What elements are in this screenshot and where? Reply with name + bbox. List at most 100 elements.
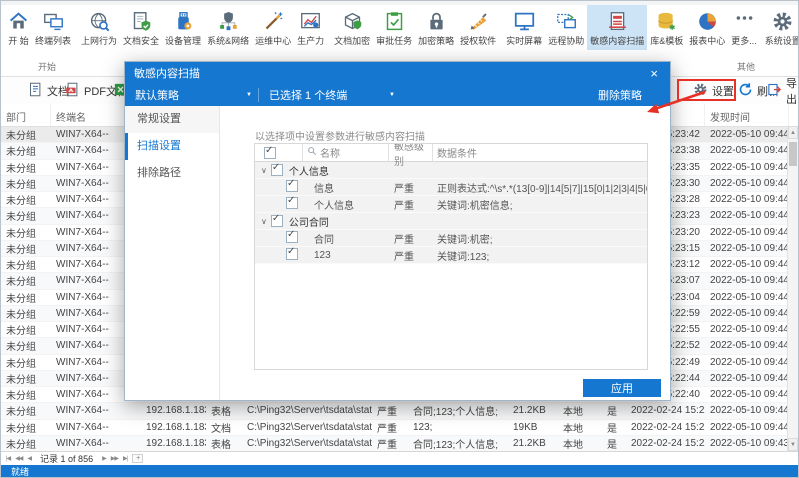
export-button[interactable]: 导出 — [767, 77, 798, 104]
dialog-sidebar-item-3[interactable]: 排除路径 — [125, 160, 219, 187]
ribbon-item-report-center[interactable]: 报表中心 — [686, 5, 728, 50]
cell-dept: 未分组 — [1, 290, 51, 305]
cell-dept: 未分组 — [1, 436, 51, 451]
ribbon-item-encrypt-policy[interactable]: 加密策略 — [415, 5, 457, 50]
scroll-up-arrow[interactable]: ▲ — [788, 126, 798, 139]
name-column-header[interactable]: 名称 — [303, 144, 389, 161]
nav-next-button[interactable]: ▶ — [102, 455, 106, 462]
cell-path: C:\Ping32\Server\tsdata\static\backu... — [242, 405, 372, 416]
ribbon-item-label: 文档安全 — [123, 34, 159, 47]
condition-column-header[interactable]: 数据条件 — [433, 144, 647, 161]
ribbon-item-remote-assist[interactable]: 远程协助 — [545, 5, 587, 50]
ribbon-item-web-activity[interactable]: 上网行为 — [78, 5, 120, 50]
ribbon-item-doc-encrypt[interactable]: 文档加密 — [331, 5, 373, 50]
cell-ftime: 2022-05-10 09:44:00 — [705, 405, 789, 416]
nav-next-page-button[interactable]: ▶▶ — [111, 455, 118, 462]
scroll-down-arrow[interactable]: ▼ — [788, 438, 798, 451]
licensed-software-icon — [468, 11, 489, 32]
rule-level: 严重 — [389, 248, 433, 263]
scan-rule-group-row[interactable]: ∨ 公司合同 — [255, 213, 647, 230]
ribbon-item-approval-tasks[interactable]: 审批任务 — [373, 5, 415, 50]
chevron-down-icon[interactable]: ∨ — [261, 166, 267, 175]
table-row[interactable]: 未分组WIN7-X64--192.168.1.183文档C:\Ping32\Se… — [1, 420, 798, 436]
column-header-ftime[interactable]: 发现时间 — [705, 104, 789, 126]
search-icon — [307, 146, 317, 159]
ribbon-item-system-network[interactable]: 系统&网络 — [204, 5, 252, 50]
ribbon-item-home[interactable]: 开 始 — [5, 5, 32, 50]
refresh-icon — [738, 82, 753, 100]
close-icon[interactable]: × — [647, 66, 661, 81]
ribbon-item-label: 敏感内容扫描 — [590, 34, 644, 47]
ribbon-item-doc-security[interactable]: 文档安全 — [120, 5, 162, 50]
table-row[interactable]: 未分组WIN7-X64--192.168.1.183表格C:\Ping32\Se… — [1, 403, 798, 419]
cell-dept: 未分组 — [1, 403, 51, 418]
cell-content: 合同;123;个人信息; — [408, 436, 508, 451]
encrypt-policy-icon — [426, 11, 447, 32]
scan-rule-row[interactable]: 个人信息严重关键词:机密信息; — [255, 196, 647, 213]
rule-group-name: 公司合同 — [289, 214, 329, 229]
more-icon — [734, 11, 755, 32]
cell-dept: 未分组 — [1, 192, 51, 207]
apply-button[interactable]: 应用 — [583, 379, 661, 397]
nav-first-button[interactable]: |◀ — [6, 455, 10, 462]
scan-rule-group-row[interactable]: ∨ 个人信息 — [255, 162, 647, 179]
checkbox-checked[interactable] — [286, 197, 298, 209]
level-column-header[interactable]: 敏感级别 — [389, 144, 433, 161]
ribbon-item-sensitive-scan[interactable]: 敏感内容扫描 — [587, 5, 647, 50]
ribbon-item-library-template[interactable]: 库&模板 — [647, 5, 686, 50]
dialog-sidebar-item-1[interactable]: 常规设置 — [125, 106, 219, 133]
ribbon-item-label: 上网行为 — [81, 34, 117, 47]
cell-ftime: 2022-05-10 09:44:01 — [705, 340, 789, 351]
ribbon-item-label: 授权软件 — [460, 34, 496, 47]
policy-dropdown[interactable]: 默认策略 ▼ — [125, 84, 258, 106]
select-all-checkbox[interactable] — [264, 147, 276, 159]
nav-extra-button[interactable]: + — [132, 454, 143, 463]
checkbox-checked[interactable] — [286, 231, 298, 243]
cell-dtime: 2022-02-24 15:22:36 — [626, 405, 705, 416]
dialog-sidebar-item-2[interactable]: 扫描设置 — [125, 133, 219, 160]
cell-ftime: 2022-05-10 09:44:01 — [705, 373, 789, 384]
chevron-down-icon[interactable]: ∨ — [261, 217, 267, 226]
ribbon-item-licensed-software[interactable]: 授权软件 — [457, 5, 499, 50]
nav-prev-button[interactable]: ◀ — [27, 455, 31, 462]
cell-path: C:\Ping32\Server\tsdata\static\backu... — [242, 438, 372, 449]
table-row[interactable]: 未分组WIN7-X64--192.168.1.183表格C:\Ping32\Se… — [1, 436, 798, 452]
cell-type: 表格 — [206, 403, 242, 418]
cell-dept: 未分组 — [1, 420, 51, 435]
status-bar: 就绪 — [1, 465, 798, 477]
delete-policy-button[interactable]: 删除策略 — [598, 87, 642, 103]
cell-type: 文档 — [206, 420, 242, 435]
ribbon-item-live-screen[interactable]: 实时屏幕 — [503, 5, 545, 50]
column-header-dept[interactable]: 部门 — [1, 104, 51, 126]
rule-group-name: 个人信息 — [289, 163, 329, 178]
doc-filter-button[interactable]: 文档 — [28, 77, 69, 104]
ribbon-item-label: 库&模板 — [650, 34, 683, 47]
cell-flag: 是 — [602, 420, 626, 435]
scan-rule-row[interactable]: 信息严重正则表达式:^\s*.*(13[0-9]|14[5|7]|15[0|1|… — [255, 179, 647, 196]
ribbon-item-ops-center[interactable]: 运维中心 — [252, 5, 294, 50]
ribbon-item-more[interactable]: 更多... — [728, 5, 760, 50]
scan-rules-table: 名称 敏感级别 数据条件 ∨ 个人信息信息严重正则表达式:^\s*.*(13[0-… — [254, 143, 648, 370]
report-center-icon — [697, 11, 718, 32]
cell-terminal: WIN7-X64-- — [51, 438, 141, 449]
nav-last-button[interactable]: ▶| — [123, 455, 127, 462]
scan-rule-row[interactable]: 合同严重关键词:机密; — [255, 230, 647, 247]
vertical-scrollbar[interactable]: ▲ ▼ — [787, 126, 798, 451]
checkbox-checked[interactable] — [286, 180, 298, 192]
ribbon-item-productivity[interactable]: 生产力 — [294, 5, 327, 50]
nav-prev-page-button[interactable]: ◀◀ — [15, 455, 22, 462]
rule-condition: 关键词:123; — [433, 248, 647, 263]
sensitive-scan-dialog: 敏感内容扫描 × 默认策略 ▼ 已选择 1 个终端 ▼ 删除策略 常规设置扫描设… — [124, 61, 671, 401]
ribbon-item-system-settings[interactable]: 系统设置 — [762, 5, 798, 50]
checkbox-checked[interactable] — [286, 248, 298, 260]
system-network-icon — [218, 11, 239, 32]
ribbon-item-terminals[interactable]: 终端列表 — [32, 5, 74, 50]
cell-level: 严重 — [372, 420, 408, 435]
checkbox-checked[interactable] — [271, 164, 283, 176]
terminal-dropdown[interactable]: 已选择 1 个终端 ▼ — [259, 84, 401, 106]
ribbon-item-label: 审批任务 — [376, 34, 412, 47]
checkbox-checked[interactable] — [271, 215, 283, 227]
scan-rule-row[interactable]: 123严重关键词:123; — [255, 247, 647, 264]
scroll-thumb[interactable] — [789, 142, 797, 166]
ribbon-item-device-manage[interactable]: 设备管理 — [162, 5, 204, 50]
